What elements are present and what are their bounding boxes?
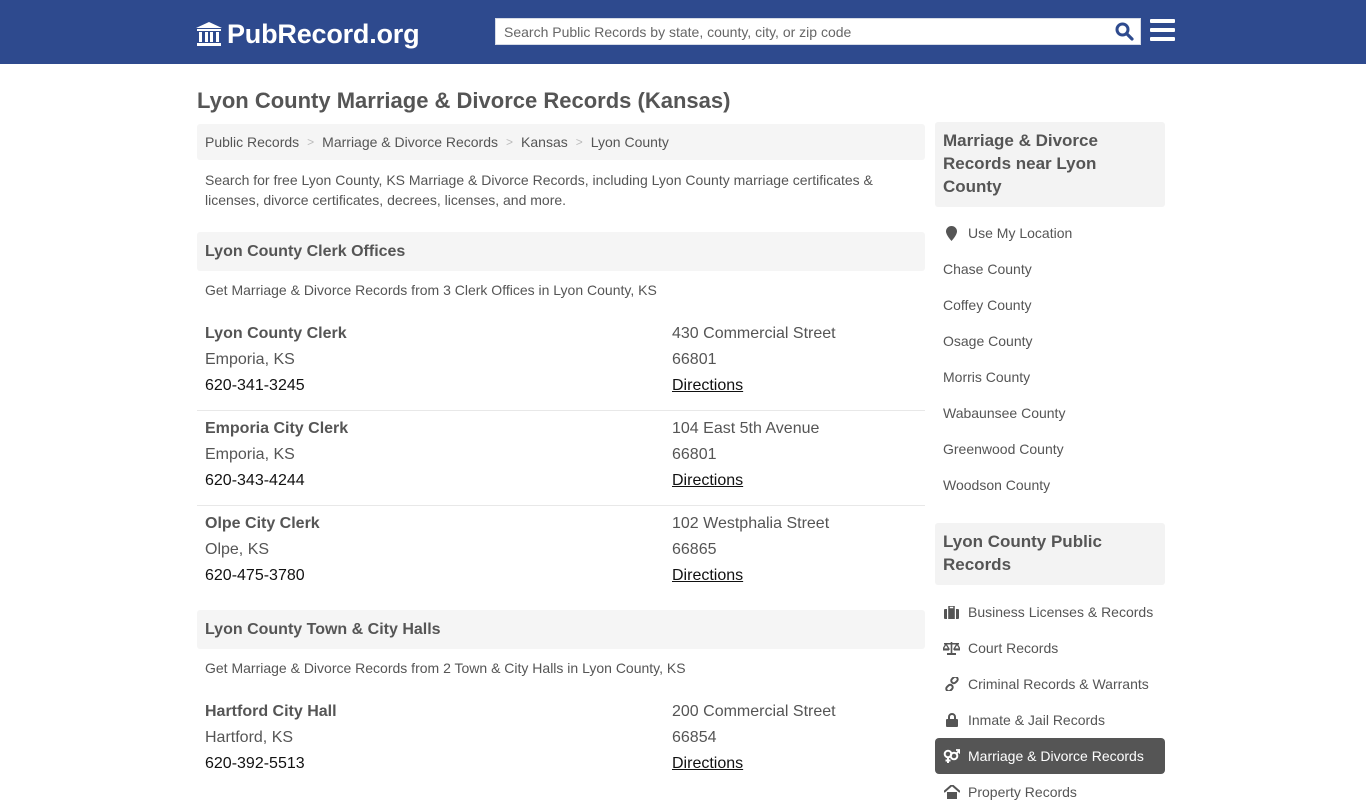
- office-phone[interactable]: 620-341-3245: [205, 373, 672, 399]
- office-listing: Olpe City Clerk Olpe, KS 620-475-3780 10…: [197, 506, 925, 610]
- office-address: 430 Commercial Street: [672, 325, 836, 342]
- sidebar-item-label: Business Licenses & Records: [968, 604, 1154, 620]
- office-zip: 66854: [672, 729, 717, 746]
- link-icon: [943, 676, 960, 692]
- sidebar-item-label: Criminal Records & Warrants: [968, 676, 1149, 692]
- nearby-list: Use My Location Chase County Coffey Coun…: [935, 207, 1165, 503]
- nearby-county-link[interactable]: Greenwood County: [935, 431, 1165, 467]
- office-phone[interactable]: 620-475-3780: [205, 563, 672, 589]
- office-address: 104 East 5th Avenue: [672, 420, 820, 437]
- sidebar-item-label: Court Records: [968, 640, 1059, 656]
- section-subtitle: Get Marriage & Divorce Records from 3 Cl…: [205, 282, 657, 298]
- directions-link[interactable]: Directions: [672, 567, 743, 584]
- menu-bar: [1150, 37, 1175, 41]
- nearby-county-link[interactable]: Wabaunsee County: [935, 395, 1165, 431]
- nearby-county-link[interactable]: Osage County: [935, 323, 1165, 359]
- menu-bar: [1150, 19, 1175, 23]
- office-listing: Hartford City Hall Hartford, KS 620-392-…: [197, 694, 925, 789]
- section-subtitle: Get Marriage & Divorce Records from 2 To…: [205, 660, 686, 676]
- breadcrumb-marriage-divorce[interactable]: Marriage & Divorce Records: [322, 134, 498, 150]
- sidebar-item-label: Marriage & Divorce Records: [968, 748, 1144, 764]
- briefcase-icon: [943, 604, 960, 620]
- site-logo[interactable]: PubRecord.org: [195, 18, 420, 50]
- breadcrumb: Public Records > Marriage & Divorce Reco…: [197, 124, 925, 160]
- office-city: Emporia, KS: [205, 446, 295, 463]
- office-listing: Lyon County Clerk Emporia, KS 620-341-32…: [197, 316, 925, 411]
- office-phone[interactable]: 620-392-5513: [205, 751, 672, 777]
- breadcrumb-lyon-county[interactable]: Lyon County: [591, 134, 669, 150]
- lock-icon: [943, 712, 960, 728]
- breadcrumb-kansas[interactable]: Kansas: [521, 134, 568, 150]
- office-name: Olpe City Clerk: [205, 515, 320, 532]
- use-my-location-button[interactable]: Use My Location: [935, 215, 1165, 251]
- nearby-county-link[interactable]: Chase County: [935, 251, 1165, 287]
- use-my-location-label: Use My Location: [968, 225, 1073, 241]
- menu-bar: [1150, 28, 1175, 32]
- sidebar: Marriage & Divorce Records near Lyon Cou…: [935, 122, 1165, 810]
- sidebar-item-property-records[interactable]: Property Records: [935, 774, 1165, 810]
- section-heading-town-city-halls: Lyon County Town & City Halls: [197, 610, 925, 649]
- office-address: 200 Commercial Street: [672, 703, 836, 720]
- office-zip: 66801: [672, 351, 717, 368]
- directions-link[interactable]: Directions: [672, 755, 743, 772]
- office-city: Emporia, KS: [205, 351, 295, 368]
- logo-text: PubRecord.org: [227, 18, 420, 49]
- office-listing: Emporia City Clerk Emporia, KS 620-343-4…: [197, 411, 925, 506]
- sidebar-item-court-records[interactable]: Court Records: [935, 630, 1165, 666]
- office-zip: 66865: [672, 541, 717, 558]
- directions-link[interactable]: Directions: [672, 472, 743, 489]
- office-name: Hartford City Hall: [205, 703, 337, 720]
- sidebar-item-marriage-divorce[interactable]: Marriage & Divorce Records: [935, 738, 1165, 774]
- public-records-list: Business Licenses & Records Court Record…: [935, 585, 1165, 810]
- directions-link[interactable]: Directions: [672, 377, 743, 394]
- sidebar-heading-public-records: Lyon County Public Records: [935, 523, 1165, 585]
- search-button[interactable]: [1108, 19, 1140, 44]
- sidebar-heading-nearby: Marriage & Divorce Records near Lyon Cou…: [935, 122, 1165, 207]
- main-content: Public Records > Marriage & Divorce Reco…: [197, 124, 925, 789]
- map-marker-icon: [943, 225, 960, 241]
- scale-icon: [943, 640, 960, 656]
- search-bar: [495, 18, 1141, 45]
- intro-text: Search for free Lyon County, KS Marriage…: [205, 172, 873, 208]
- office-city: Hartford, KS: [205, 729, 294, 746]
- breadcrumb-separator: >: [506, 135, 514, 149]
- home-icon: [943, 784, 960, 800]
- top-navbar: PubRecord.org: [0, 0, 1366, 64]
- office-name: Emporia City Clerk: [205, 420, 349, 437]
- sidebar-item-label: Inmate & Jail Records: [968, 712, 1105, 728]
- nearby-county-link[interactable]: Woodson County: [935, 467, 1165, 503]
- page-title: Lyon County Marriage & Divorce Records (…: [197, 88, 731, 113]
- office-zip: 66801: [672, 446, 717, 463]
- sidebar-item-inmate-records[interactable]: Inmate & Jail Records: [935, 702, 1165, 738]
- office-city: Olpe, KS: [205, 541, 270, 558]
- sidebar-item-business-licenses[interactable]: Business Licenses & Records: [935, 594, 1165, 630]
- office-address: 102 Westphalia Street: [672, 515, 830, 532]
- gender-icon: [943, 748, 960, 764]
- nearby-county-link[interactable]: Coffey County: [935, 287, 1165, 323]
- search-input[interactable]: [496, 19, 1108, 44]
- breadcrumb-separator: >: [307, 135, 315, 149]
- section-heading-clerk-offices: Lyon County Clerk Offices: [197, 232, 925, 271]
- office-phone[interactable]: 620-343-4244: [205, 468, 672, 494]
- sidebar-item-criminal-records[interactable]: Criminal Records & Warrants: [935, 666, 1165, 702]
- courthouse-icon: [196, 22, 222, 46]
- office-name: Lyon County Clerk: [205, 325, 347, 342]
- nearby-county-link[interactable]: Morris County: [935, 359, 1165, 395]
- search-icon: [1115, 22, 1134, 41]
- breadcrumb-separator: >: [575, 135, 583, 149]
- hamburger-menu-button[interactable]: [1150, 19, 1175, 42]
- sidebar-item-label: Property Records: [968, 784, 1077, 800]
- breadcrumb-public-records[interactable]: Public Records: [205, 134, 299, 150]
